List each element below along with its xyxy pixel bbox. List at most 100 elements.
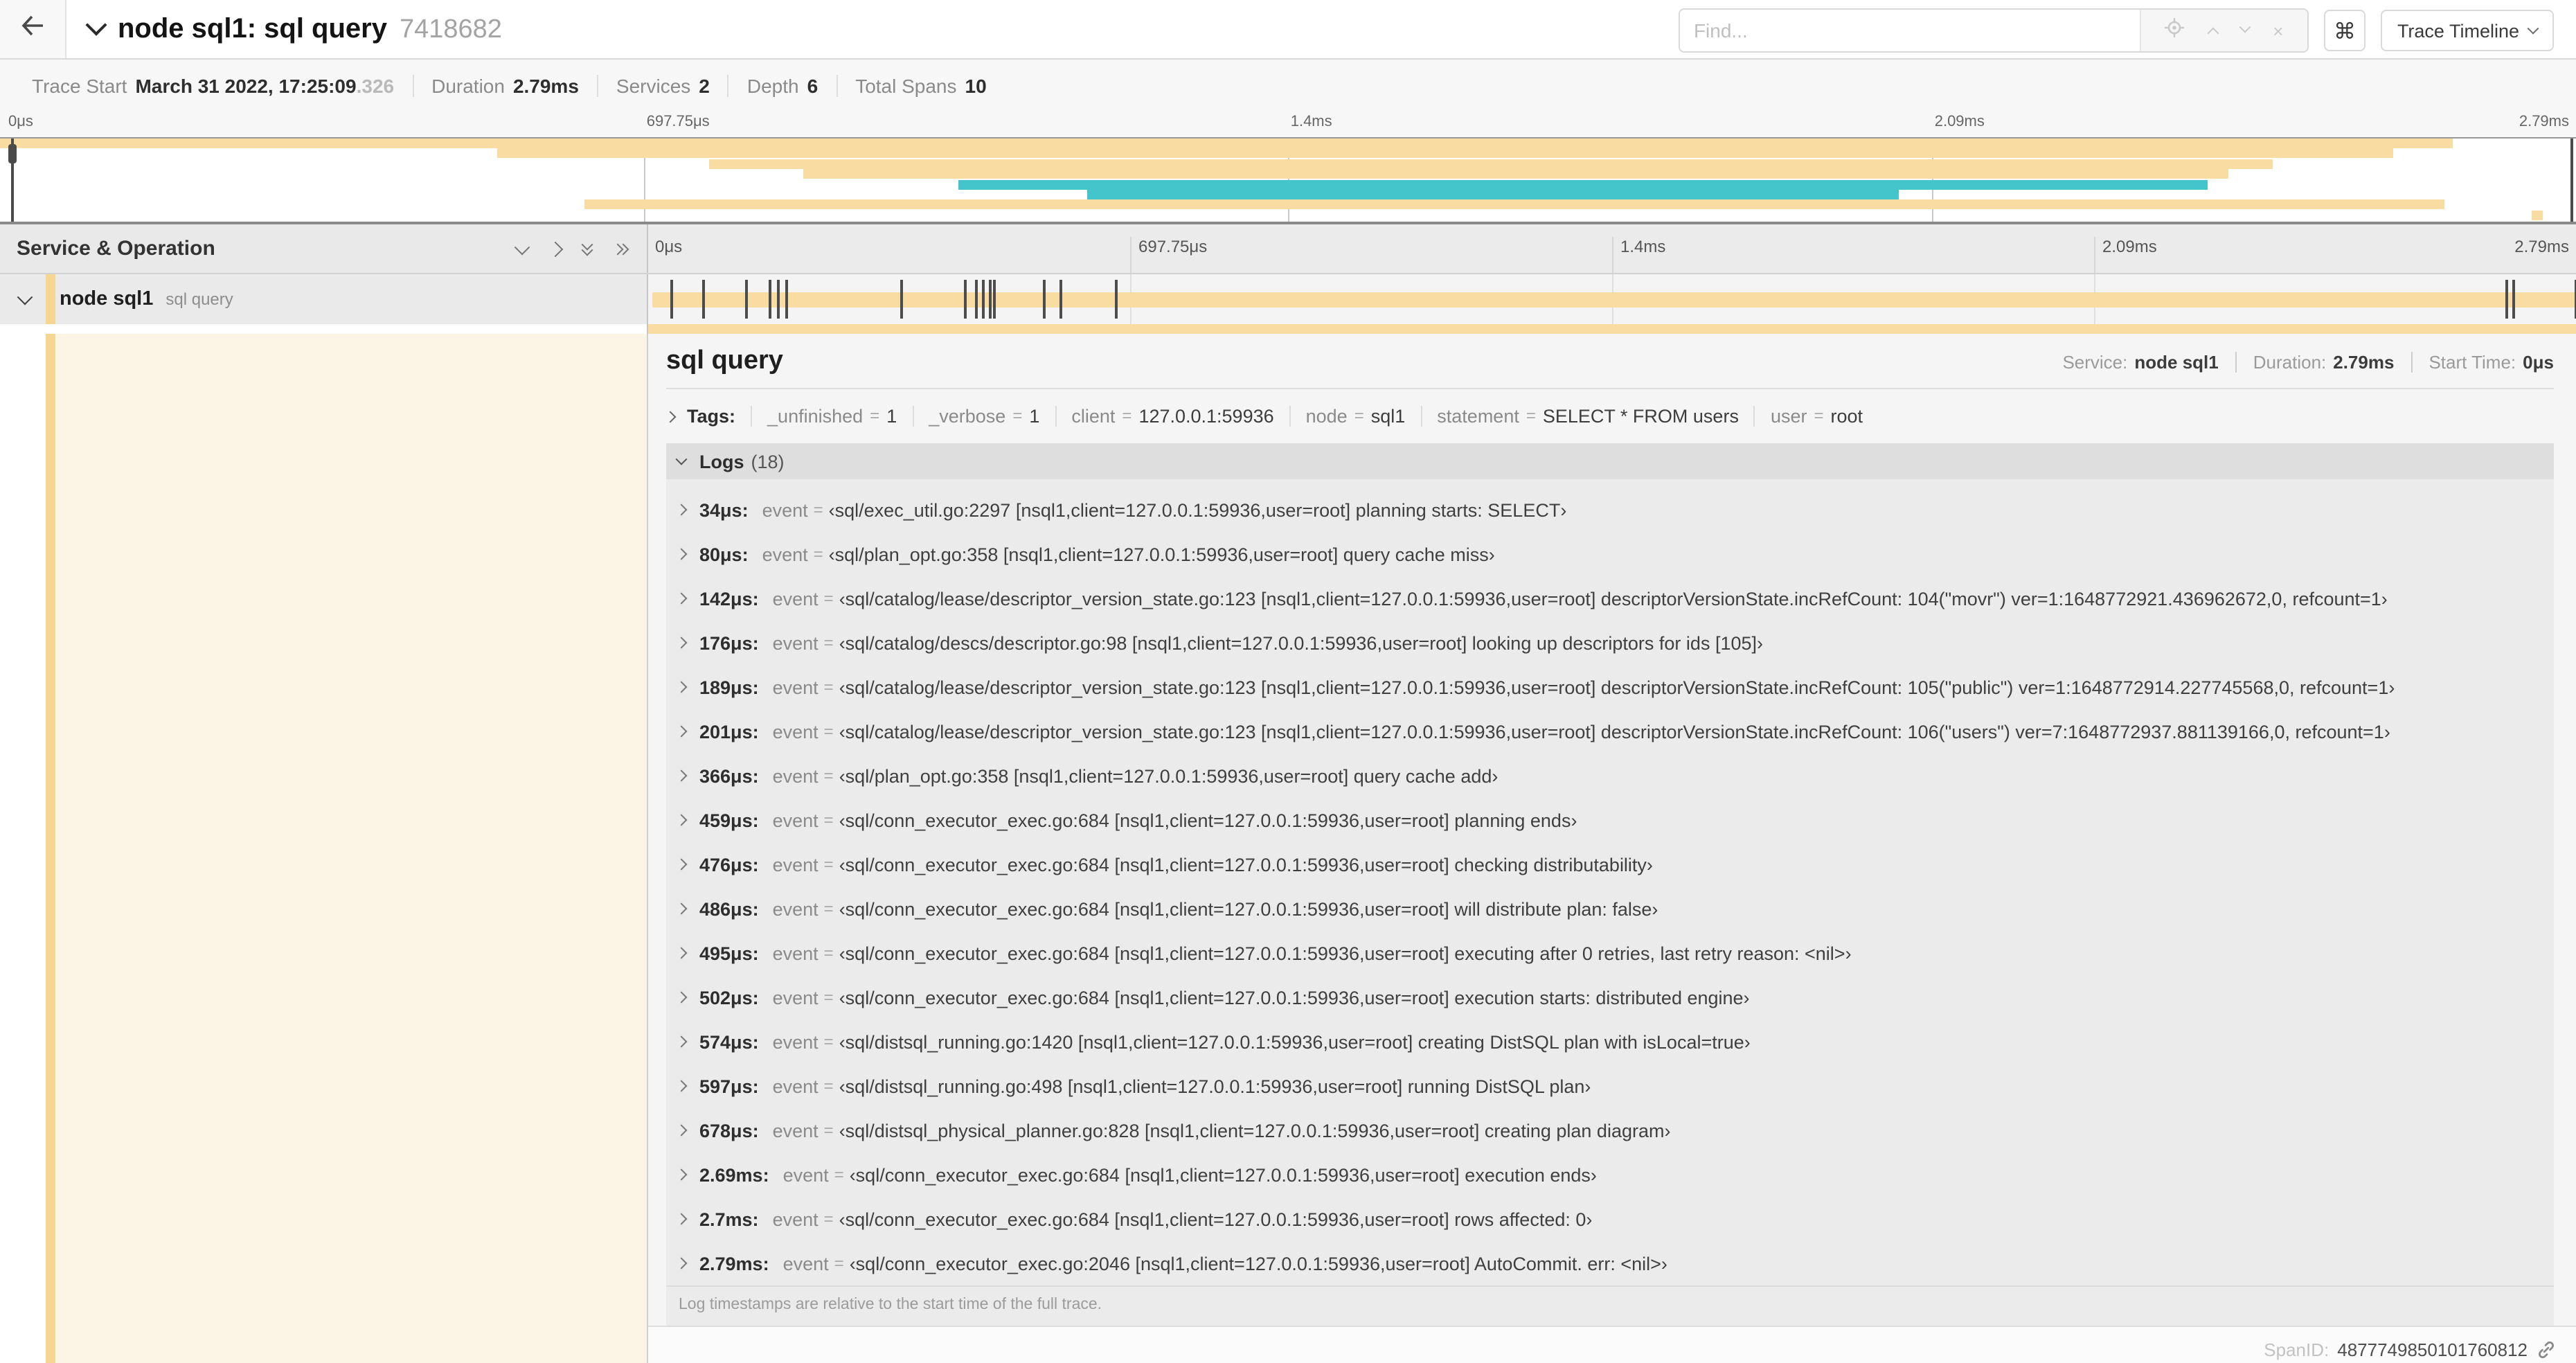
log-row[interactable]: 366μs: event = ‹sql/plan_opt.go:358 [nsql1,…	[666, 754, 2554, 798]
log-field-key: event	[772, 1076, 819, 1096]
tags-row[interactable]: Tags: _unfinished = 1 _verbose = 1 client = 127.…	[664, 406, 2554, 427]
tag-key: _verbose	[929, 406, 1006, 427]
tag-item: statement = SELECT * FROM users	[1420, 406, 1754, 427]
service-color-strip	[46, 274, 55, 324]
view-selector-button[interactable]: Trace Timeline	[2380, 10, 2554, 51]
find-group: ×	[1678, 8, 2309, 53]
log-row[interactable]: 34μs: event = ‹sql/exec_util.go:2297 [nsql1…	[666, 488, 2554, 532]
log-timestamp: 2.7ms:	[699, 1209, 759, 1229]
log-tick-mark	[777, 280, 780, 319]
tags-label: Tags:	[687, 406, 736, 427]
log-row[interactable]: 142μs: event = ‹sql/catalog/lease/descripto…	[666, 576, 2554, 621]
keyboard-shortcuts-button[interactable]: ⌘	[2323, 10, 2365, 51]
log-row[interactable]: 459μs: event = ‹sql/conn_executor_exec.go:6…	[666, 798, 2554, 842]
log-field-key: event	[772, 1031, 819, 1052]
span-id-label: SpanID:	[2264, 1339, 2329, 1360]
span-duration-bar[interactable]	[652, 292, 2576, 308]
collapse-trace-icon[interactable]	[85, 14, 107, 42]
log-row[interactable]: 597μs: event = ‹sql/distsql_running.go:498 …	[666, 1064, 2554, 1108]
chevron-right-icon	[675, 769, 688, 782]
log-row[interactable]: 2.7ms: event = ‹sql/conn_executor_exec.go:6…	[666, 1197, 2554, 1241]
tag-value: SELECT * FROM users	[1542, 406, 1739, 427]
log-row[interactable]: 502μs: event = ‹sql/conn_executor_exec.go:6…	[666, 975, 2554, 1019]
minimap-span-bar	[958, 179, 2208, 190]
expand-all-icon[interactable]	[611, 242, 629, 255]
equals-sign: =	[834, 1254, 844, 1273]
tag-value: root	[1830, 406, 1863, 427]
log-row[interactable]: 189μs: event = ‹sql/catalog/lease/descripto…	[666, 665, 2554, 709]
log-field-value: ‹sql/conn_executor_exec.go:684 [nsql1,cl…	[839, 1209, 1593, 1229]
clear-search-icon[interactable]: ×	[2273, 21, 2283, 39]
collapse-all-icon[interactable]	[581, 238, 593, 256]
log-field-value: ‹sql/conn_executor_exec.go:684 [nsql1,cl…	[849, 1164, 1597, 1185]
log-field-value: ‹sql/catalog/descs/descriptor.go:98 [nsq…	[839, 632, 1763, 653]
log-row[interactable]: 678μs: event = ‹sql/distsql_physical_planne…	[666, 1108, 2554, 1152]
log-row[interactable]: 2.79ms: event = ‹sql/conn_executor_exec.go:…	[666, 1241, 2554, 1285]
page-title: node sql1: sql query 7418682	[118, 13, 502, 45]
log-field-value: ‹sql/distsql_running.go:498 [nsql1,clien…	[839, 1076, 1591, 1096]
next-result-icon[interactable]	[2239, 21, 2251, 33]
log-row[interactable]: 574μs: event = ‹sql/distsql_running.go:1420…	[666, 1019, 2554, 1064]
minimap-tick-labels: 0μs 697.75μs 1.4ms 2.09ms 2.79ms	[0, 111, 2576, 137]
equals-sign: =	[823, 810, 834, 830]
find-input[interactable]	[1679, 10, 2140, 51]
logs-header[interactable]: Logs (18)	[666, 443, 2554, 479]
log-field-key: event	[772, 588, 819, 609]
span-row-timeline-cell[interactable]	[648, 274, 2576, 324]
log-field-key: event	[772, 987, 819, 1008]
log-field-value: ‹sql/distsql_running.go:1420 [nsql1,clie…	[839, 1031, 1751, 1052]
minimap-left-scrubber[interactable]	[8, 139, 17, 222]
chevron-right-icon	[664, 410, 677, 422]
log-field-value: ‹sql/catalog/lease/descriptor_version_st…	[839, 677, 2395, 697]
log-row[interactable]: 176μs: event = ‹sql/catalog/descs/descripto…	[666, 621, 2554, 665]
trace-info-bar: Trace Start March 31 2022, 17:25:09.326 …	[0, 60, 2576, 111]
chevron-right-icon	[675, 1035, 688, 1048]
collapse-one-icon[interactable]	[514, 238, 530, 255]
equals-sign: =	[1526, 406, 1536, 425]
axis-tick: 697.75μs	[1130, 237, 1207, 273]
log-field-value: ‹sql/conn_executor_exec.go:684 [nsql1,cl…	[839, 943, 1852, 963]
minimap-span-bar	[497, 148, 2393, 159]
log-field-value: ‹sql/distsql_physical_planner.go:828 [ns…	[839, 1120, 1671, 1141]
log-timestamp: 2.69ms:	[699, 1164, 769, 1185]
tag-key: client	[1071, 406, 1116, 427]
equals-sign: =	[823, 988, 834, 1007]
log-row[interactable]: 2.69ms: event = ‹sql/conn_executor_exec.go:…	[666, 1152, 2554, 1197]
equals-sign: =	[870, 406, 880, 425]
prev-result-icon[interactable]	[2206, 27, 2219, 39]
span-operation-name: sql query	[166, 289, 233, 309]
trace-services: Services 2	[596, 74, 728, 96]
span-row-name-cell[interactable]: node sql1 sql query	[0, 274, 648, 324]
log-row[interactable]: 476μs: event = ‹sql/conn_executor_exec.go:6…	[666, 842, 2554, 887]
log-timestamp: 189μs:	[699, 677, 759, 697]
chevron-right-icon	[675, 1257, 688, 1270]
log-tick-mark	[1059, 280, 1062, 319]
trace-total-spans: Total Spans 10	[836, 74, 1005, 96]
log-row[interactable]: 80μs: event = ‹sql/plan_opt.go:358 [nsql1,c…	[666, 532, 2554, 576]
log-row[interactable]: 201μs: event = ‹sql/catalog/lease/descripto…	[666, 709, 2554, 754]
expand-one-icon[interactable]	[547, 240, 564, 257]
log-field-value: ‹sql/conn_executor_exec.go:684 [nsql1,cl…	[839, 987, 1750, 1008]
minimap-span-bar	[584, 199, 2445, 210]
log-row[interactable]: 486μs: event = ‹sql/conn_executor_exec.go:6…	[666, 887, 2554, 931]
tag-item: client = 127.0.0.1:59936	[1055, 406, 1289, 427]
log-row[interactable]: 495μs: event = ‹sql/conn_executor_exec.go:6…	[666, 931, 2554, 975]
log-tick-mark	[900, 280, 903, 319]
trace-minimap[interactable]	[0, 137, 2576, 224]
span-collapse-icon[interactable]	[17, 289, 33, 305]
log-field-value: ‹sql/conn_executor_exec.go:2046 [nsql1,c…	[849, 1253, 1667, 1274]
log-field-value: ‹sql/conn_executor_exec.go:684 [nsql1,cl…	[839, 854, 1653, 875]
deep-link-icon[interactable]	[2536, 1339, 2557, 1360]
arrow-left-icon	[21, 15, 44, 43]
next-span-bar	[648, 324, 2576, 334]
tag-item: _verbose = 1	[912, 406, 1055, 427]
minimap-right-scrubber[interactable]	[2570, 139, 2574, 222]
chevron-right-icon	[675, 1124, 688, 1137]
log-field-key: event	[772, 1209, 819, 1229]
back-button[interactable]	[0, 0, 66, 58]
tag-key: _unfinished	[767, 406, 864, 427]
chevron-right-icon	[675, 504, 688, 516]
locate-icon[interactable]	[2165, 17, 2185, 44]
log-tick-mark	[768, 280, 771, 319]
log-field-key: event	[762, 544, 808, 564]
